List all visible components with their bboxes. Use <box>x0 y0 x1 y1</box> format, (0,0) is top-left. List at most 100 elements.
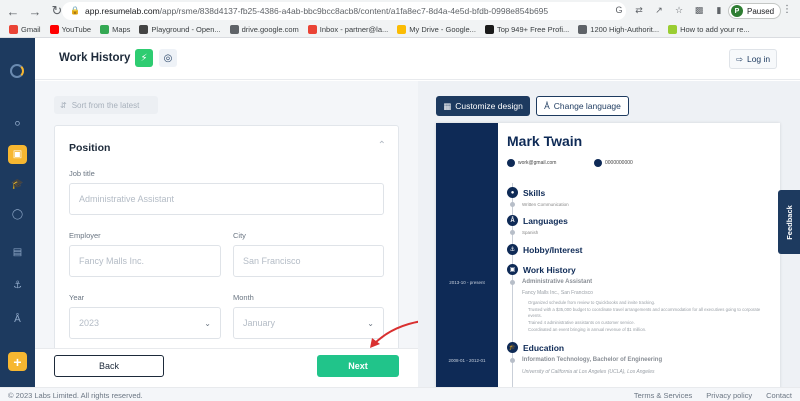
bookmark-favicon-icon <box>578 25 588 34</box>
add-section-icon[interactable]: + <box>8 352 27 371</box>
skills-nav-icon[interactable]: ◯ <box>8 205 27 224</box>
city-input[interactable]: San Francisco <box>233 245 384 277</box>
sidepanel-icon[interactable]: ▮ <box>712 3 726 17</box>
privacy-link[interactable]: Privacy policy <box>706 391 752 400</box>
lock-icon: 🔒 <box>70 6 80 15</box>
bookmark-item[interactable]: drive.google.com <box>229 25 299 34</box>
work-bullet-3: Trained 4 administrative assistants on c… <box>528 320 635 325</box>
skills-title: Skills <box>523 187 546 198</box>
page-title: Work History <box>59 52 131 64</box>
browser-menu-icon[interactable]: ⋮ <box>782 4 792 15</box>
chevron-up-icon[interactable]: ⌃ <box>378 140 386 151</box>
url-path: /app/rsme/838d4137-fb25-4386-a4ab-bbc9bc… <box>159 6 549 16</box>
feedback-label: Feedback <box>784 204 794 240</box>
bolt-icon[interactable]: ⚡ <box>135 49 153 67</box>
bookmarks-bar: Gmail YouTube Maps Playground - Open... driv… <box>0 22 800 38</box>
resume-preview-panel: ▦ Customize design Å Change language Mar… <box>418 81 800 387</box>
employer-input[interactable]: Fancy Malls Inc. <box>69 245 221 277</box>
work-title: Work History <box>523 264 576 275</box>
anchor-icon: ⚓ <box>507 244 518 255</box>
login-button[interactable]: ⇨ Log in <box>729 49 777 69</box>
year-select[interactable]: 2023 ⌄ <box>69 307 221 339</box>
translate-icon[interactable]: ⇄ <box>632 3 646 17</box>
work-history-nav-icon[interactable]: ▣ <box>8 145 27 164</box>
change-language-button[interactable]: Å Change language <box>536 96 629 116</box>
bookmark-item[interactable]: YouTube <box>49 25 92 34</box>
sort-button[interactable]: ⇵ Sort from the latest <box>54 96 158 114</box>
bookmark-favicon-icon <box>484 25 494 34</box>
resume-phone: 0000000000 <box>594 159 633 167</box>
bookmark-label: YouTube <box>61 25 92 34</box>
terms-link[interactable]: Terms & Services <box>634 391 692 400</box>
work-date: 2013-10 - present <box>449 280 485 285</box>
work-job-title: Administrative Assistant <box>522 279 593 285</box>
year-label: Year <box>69 293 85 302</box>
left-nav: ⚪ ▣ 🎓 ◯ ▤ ⚓ Å + <box>0 38 35 387</box>
education-nav-icon[interactable]: 🎓 <box>8 175 27 194</box>
bookmark-item[interactable]: Playground - Open... <box>139 25 221 34</box>
briefcase-icon: ▣ <box>507 264 518 275</box>
skills-heading: ● Skills <box>507 187 545 198</box>
email-text: work@gmail.com <box>518 160 557 166</box>
next-button[interactable]: Next <box>317 355 399 377</box>
extension-icons: G ⇄ ↗ ☆ ▩ ▮ <box>612 3 726 17</box>
resume-document[interactable]: Mark Twain work@gmail.com 0000000000 ● S… <box>436 123 780 387</box>
google-icon[interactable]: G <box>612 3 626 17</box>
education-title: Education <box>523 342 565 353</box>
languages-nav-icon[interactable]: Å <box>8 310 27 329</box>
login-icon: ⇨ <box>735 53 743 64</box>
languages-heading: Å Languages <box>507 215 568 226</box>
avatar: P <box>731 5 743 17</box>
mail-icon <box>507 159 515 167</box>
work-bullet-1: Organized schedule from review to Quickb… <box>528 300 656 305</box>
bookmark-item[interactable]: Inbox - partner@la... <box>307 25 389 34</box>
contact-nav-icon[interactable]: ⚪ <box>8 115 27 134</box>
employer-label: Employer <box>69 231 101 240</box>
languages-title: Languages <box>523 215 568 226</box>
logo-icon[interactable] <box>10 64 24 78</box>
bookmark-star-icon[interactable]: ☆ <box>672 3 686 17</box>
forward-arrow-icon[interactable]: → <box>26 2 44 20</box>
extensions-icon[interactable]: ▩ <box>692 3 706 17</box>
profile-button[interactable]: P Paused <box>728 3 782 19</box>
sort-label: Sort from the latest <box>71 100 140 110</box>
resume-name: Mark Twain <box>507 133 583 149</box>
address-bar[interactable]: 🔒 app.resumelab.com/app/rsme/838d4137-fb… <box>62 2 626 20</box>
job-title-input[interactable]: Administrative Assistant <box>69 183 384 215</box>
bookmark-item[interactable]: 1200 High-Authorit... <box>578 25 659 34</box>
bookmark-label: Inbox - partner@la... <box>319 25 389 34</box>
customize-design-button[interactable]: ▦ Customize design <box>436 96 530 116</box>
bookmark-item[interactable]: Gmail <box>9 25 41 34</box>
sort-icon: ⇵ <box>60 100 67 110</box>
education-heading: 🎓 Education <box>507 342 564 353</box>
edu-date: 2008-01 - 2012-01 <box>448 358 486 363</box>
summary-nav-icon[interactable]: ▤ <box>8 243 27 262</box>
back-arrow-icon[interactable]: ← <box>4 2 22 20</box>
feedback-tab[interactable]: Feedback <box>778 190 800 254</box>
contact-link[interactable]: Contact <box>766 391 792 400</box>
back-button[interactable]: Back <box>54 355 164 377</box>
bullet <box>510 230 515 235</box>
bookmark-favicon-icon <box>100 25 110 34</box>
bullet <box>510 202 515 207</box>
resume-sidebar <box>436 123 498 387</box>
bookmark-item[interactable]: Maps <box>100 25 130 34</box>
skills-item: Written Communication <box>522 202 569 207</box>
bullet <box>510 358 515 363</box>
app: ⚪ ▣ 🎓 ◯ ▤ ⚓ Å + Work History ⚡ ◎ ⇨ Log i… <box>0 38 800 387</box>
bookmark-label: Top 949+ Free Profi... <box>496 25 570 34</box>
bookmark-item[interactable]: Top 949+ Free Profi... <box>484 25 570 34</box>
edu-school: University of California at Los Angeles … <box>522 369 655 375</box>
translate-icon: Å <box>544 101 550 111</box>
bookmark-item[interactable]: My Drive - Google... <box>397 25 476 34</box>
bookmark-item[interactable]: How to add your re... <box>668 25 750 34</box>
target-icon[interactable]: ◎ <box>159 49 177 67</box>
work-heading: ▣ Work History <box>507 264 576 275</box>
share-icon[interactable]: ↗ <box>652 3 666 17</box>
chevron-down-icon: ⌄ <box>204 318 211 328</box>
bookmark-favicon-icon <box>307 25 317 34</box>
resume-email: work@gmail.com <box>507 159 556 167</box>
edu-degree: Information Technology, Bachelor of Engi… <box>522 357 663 363</box>
hobby-heading: ⚓ Hobby/Interest <box>507 244 583 255</box>
anchor-nav-icon[interactable]: ⚓ <box>8 276 27 295</box>
